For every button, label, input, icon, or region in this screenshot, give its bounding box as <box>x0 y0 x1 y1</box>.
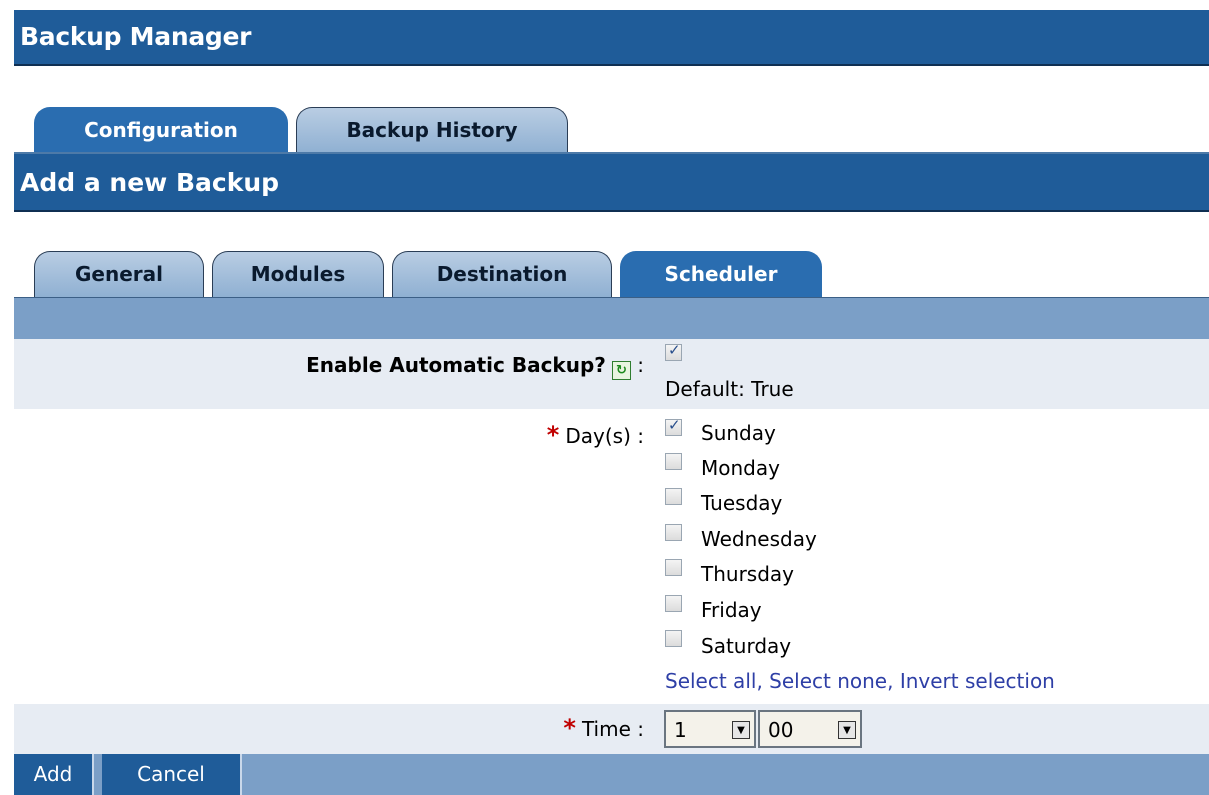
app-title-bar: Backup Manager <box>14 10 1209 66</box>
day-label-saturday: Saturday <box>701 634 792 658</box>
chevron-down-icon[interactable]: ▼ <box>838 721 856 739</box>
time-colon: : <box>637 717 644 741</box>
day-checkbox-wednesday[interactable] <box>665 524 682 541</box>
select-none-link[interactable]: Select none <box>769 669 887 693</box>
day-label-monday: Monday <box>701 456 780 480</box>
section-title: Add a new Backup <box>20 168 280 197</box>
tab-content-header-bar <box>14 297 1209 339</box>
enable-backup-label-wrap: Enable Automatic Backup? ↻ : <box>306 353 644 380</box>
time-label-wrap: * Time : <box>563 714 644 742</box>
day-label-tuesday: Tuesday <box>701 491 783 515</box>
hour-select[interactable]: 1 ▼ <box>664 710 756 748</box>
tab-configuration[interactable]: Configuration <box>34 107 288 153</box>
select-all-link[interactable]: Select all <box>665 669 756 693</box>
day-label-thursday: Thursday <box>701 562 794 586</box>
minute-select[interactable]: 00 ▼ <box>758 710 862 748</box>
day-checkbox-monday[interactable] <box>665 453 682 470</box>
enable-backup-row: Enable Automatic Backup? ↻ : Default: Tru… <box>14 339 1209 409</box>
days-required-mark: * <box>546 421 560 449</box>
day-checkbox-sunday[interactable] <box>665 416 682 436</box>
enable-backup-label: Enable Automatic Backup? <box>306 353 606 377</box>
tab-destination[interactable]: Destination <box>392 251 612 297</box>
time-label: Time <box>581 717 631 741</box>
invert-selection-link[interactable]: Invert selection <box>900 669 1055 693</box>
hour-value: 1 <box>674 718 687 742</box>
day-label-wednesday: Wednesday <box>701 527 817 551</box>
app-title: Backup Manager <box>20 22 252 51</box>
day-checkbox-thursday[interactable] <box>665 559 682 576</box>
tab-general[interactable]: General <box>34 251 204 297</box>
refresh-icon[interactable]: ↻ <box>611 361 631 380</box>
chevron-down-icon[interactable]: ▼ <box>732 721 750 739</box>
days-label: Day(s) <box>565 424 631 448</box>
section-header: Add a new Backup <box>14 152 1209 212</box>
days-row: *Day(s) : Sunday Monday Tuesday Wednesda… <box>14 409 1209 704</box>
day-checkbox-friday[interactable] <box>665 595 682 612</box>
action-bar: Add Cancel <box>14 754 1209 795</box>
time-row: * Time : 1 ▼ 00 ▼ <box>14 704 1209 754</box>
days-colon: : <box>637 424 644 448</box>
enable-backup-default: Default: True <box>665 377 794 401</box>
selection-links: Select all, Select none, Invert selectio… <box>665 669 1055 693</box>
enable-backup-colon: : <box>637 353 644 377</box>
day-label-friday: Friday <box>701 598 762 622</box>
link-separator-2: , <box>887 669 894 693</box>
tab-modules[interactable]: Modules <box>212 251 384 297</box>
tab-backup-history[interactable]: Backup History <box>296 107 568 153</box>
cancel-button[interactable]: Cancel <box>102 754 242 795</box>
days-label-wrap: * Day(s) : <box>547 421 644 449</box>
time-required-mark: * <box>563 714 576 742</box>
day-checkbox-tuesday[interactable] <box>665 488 682 505</box>
day-label-sunday: Sunday <box>701 421 776 445</box>
day-checkbox-saturday[interactable] <box>665 630 682 647</box>
enable-backup-checkbox[interactable] <box>665 341 682 361</box>
minute-value: 00 <box>768 718 794 742</box>
link-separator-1: , <box>756 669 763 693</box>
tab-scheduler[interactable]: Scheduler <box>620 251 822 297</box>
add-button[interactable]: Add <box>14 754 94 795</box>
